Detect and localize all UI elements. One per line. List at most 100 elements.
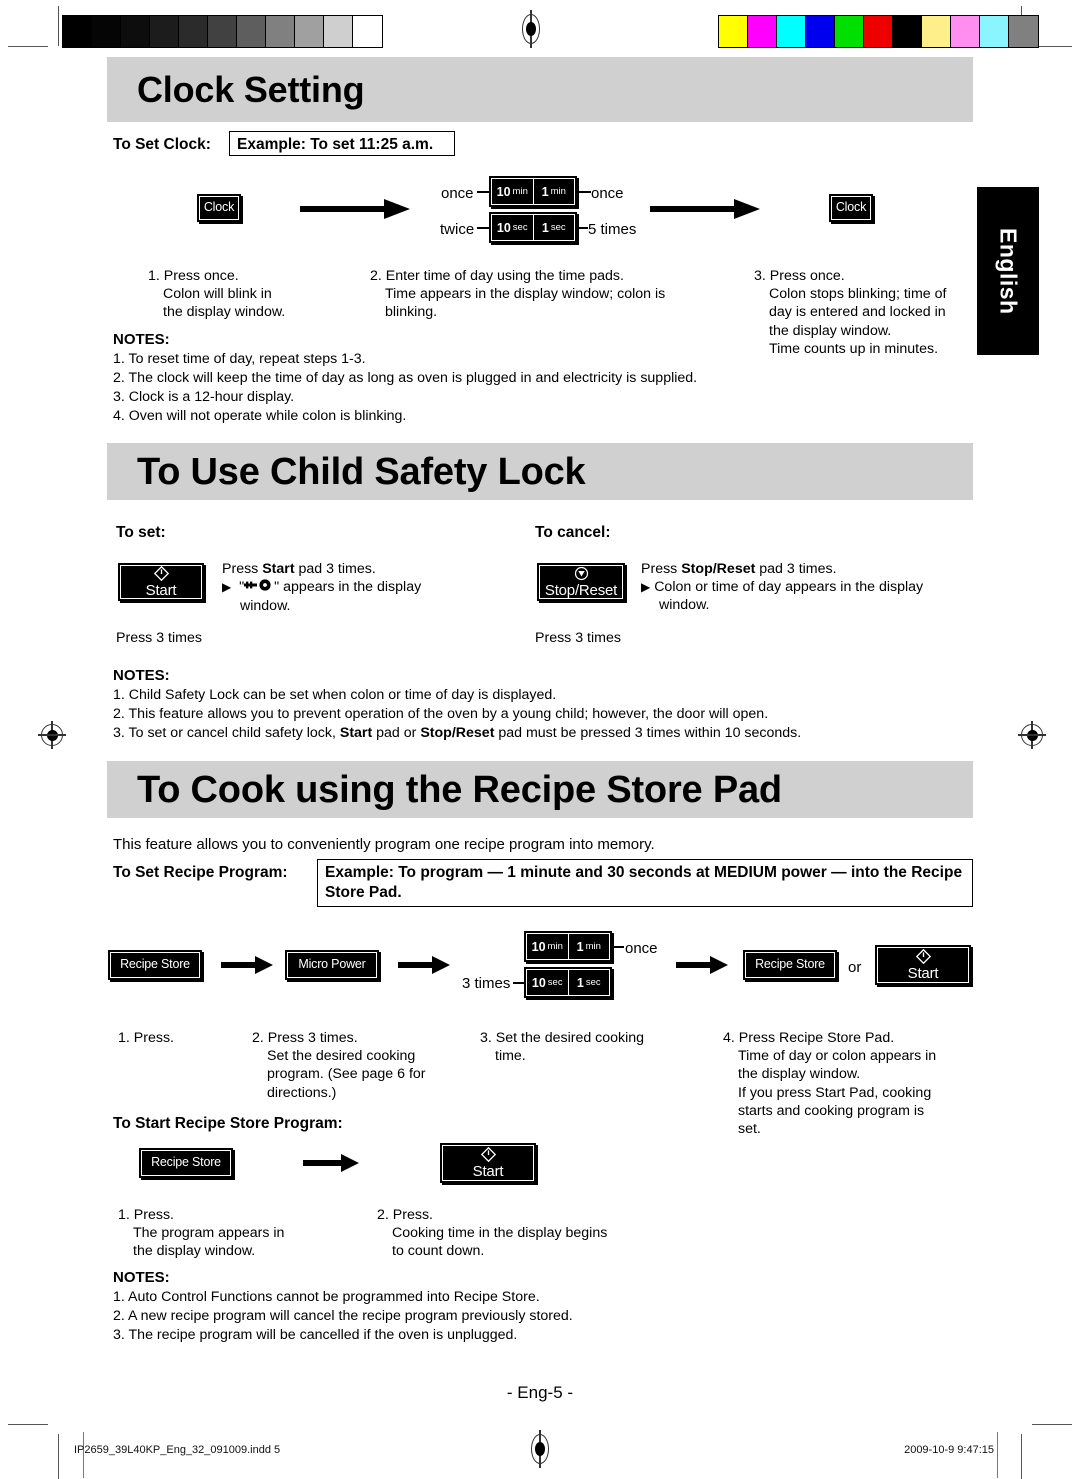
- child-lock-notes-heading: NOTES:: [113, 667, 170, 684]
- arrow-clock-step1-to-step2: [300, 198, 410, 225]
- pad-micro-power[interactable]: Micro Power: [285, 950, 379, 980]
- arrow-recipe-step1-to-step2: [221, 956, 273, 979]
- clock-note-1: 1. To reset time of day, repeat steps 1-…: [113, 350, 366, 367]
- start-program-step-2-line-1: Press.: [392, 1207, 434, 1223]
- start-recipe-program-label: To Start Recipe Store Program:: [113, 1115, 343, 1132]
- pad-recipe-store-2[interactable]: Recipe Store: [743, 950, 837, 980]
- pad-stop-reset-child-lock-label: Stop/Reset: [544, 581, 618, 599]
- recipe-step-4-line-1: Press Recipe Store Pad.: [738, 1030, 895, 1046]
- timepad-10min[interactable]: 10 min: [492, 179, 533, 204]
- recipe-step-2-number: 2.: [252, 1030, 264, 1046]
- recipe-step-2-line-3: program. (See page 6 for: [267, 1066, 426, 1083]
- timepad-10sec[interactable]: 10 sec: [492, 215, 533, 240]
- timepad-1min[interactable]: 1 min: [532, 179, 575, 204]
- pad-recipe-store-1[interactable]: Recipe Store: [108, 950, 202, 980]
- child-lock-note-3-bold-start: Start: [339, 724, 373, 741]
- clock-note-4: 4. Oven will not operate while colon is …: [113, 407, 407, 424]
- recipe-step-4-line-2: Time of day or colon appears in: [738, 1048, 937, 1065]
- power-diamond-icon-start-program: [480, 1146, 496, 1162]
- recipe-store-notes: NOTES: 1. Auto Control Functions cannot …: [113, 1268, 813, 1345]
- pad-start-child-lock-label: Start: [145, 581, 177, 599]
- clock-step-1-line-1: Press once.: [163, 268, 239, 284]
- section-header-recipe-store-pad: To Cook using the Recipe Store Pad: [107, 761, 973, 818]
- recipe-step-1: 1. Press.: [118, 1029, 238, 1047]
- clock-note-2: 2. The clock will keep the time of day a…: [113, 369, 698, 386]
- pad-start-recipe[interactable]: Start: [875, 945, 971, 985]
- footer-file-name: IP2659_39L40KP_Eng_32_091009.indd 5: [74, 1444, 281, 1456]
- manual-page: Clock Setting To Set Clock: Example: To …: [0, 0, 1080, 1479]
- clock-note-3: 3. Clock is a 12-hour display.: [113, 388, 295, 405]
- timepad-1sec-recipe[interactable]: 1 sec: [567, 970, 610, 995]
- child-lock-cancel-line1-pre: Press: [641, 561, 682, 577]
- child-lock-set-line2-pre: ": [235, 579, 245, 596]
- timepad-minutes-recipe[interactable]: 10 min 1 min: [524, 931, 612, 962]
- bullet-triangle-icon-cancel: ▶: [641, 580, 651, 595]
- clock-step-2-line-3: blinking.: [385, 304, 438, 321]
- pad-clock-left[interactable]: Clock: [197, 194, 241, 222]
- clock-step-2-line-2: Time appears in the display window; colo…: [385, 286, 666, 303]
- clock-label-twice: twice: [440, 221, 475, 238]
- clock-step-1-line-3: the display window.: [163, 304, 286, 321]
- pad-recipe-store-start-program[interactable]: Recipe Store: [139, 1148, 233, 1178]
- start-program-step-1-number: 1.: [118, 1207, 130, 1223]
- pad-start-recipe-label: Start: [907, 964, 939, 982]
- recipe-step-2-line-1: Press 3 times.: [267, 1030, 358, 1046]
- clock-step-1-number: 1.: [148, 268, 160, 284]
- recipe-step-4: 4. Press Recipe Store Pad. Time of day o…: [723, 1029, 973, 1138]
- clock-step-3-number: 3.: [754, 268, 766, 284]
- pad-recipe-store-2-label: Recipe Store: [755, 957, 825, 972]
- section-title-clock-setting: Clock Setting: [137, 68, 365, 110]
- pad-recipe-store-1-label: Recipe Store: [120, 957, 190, 972]
- timepad-1min-unit: min: [550, 186, 566, 197]
- child-lock-set-line2-post: " appears in the display: [274, 579, 422, 596]
- pad-stop-reset-child-lock[interactable]: Stop/Reset: [537, 563, 625, 601]
- pad-clock-left-label: Clock: [203, 200, 235, 215]
- timepad-seconds-recipe[interactable]: 10 sec 1 sec: [524, 967, 612, 998]
- clock-step-2: 2. Enter time of day using the time pads…: [370, 267, 740, 322]
- child-lock-note-2: 2. This feature allows you to prevent op…: [113, 705, 769, 722]
- clock-setting-subtitle: To Set Clock:: [113, 136, 211, 153]
- timepad-10sec-recipe[interactable]: 10 sec: [527, 970, 568, 995]
- clock-label-once-left: once: [441, 185, 474, 202]
- start-program-step-1-line-3: the display window.: [133, 1243, 256, 1260]
- timepad-10sec-unit: sec: [512, 222, 528, 233]
- recipe-store-subtitle: To Set Recipe Program:: [113, 864, 288, 881]
- child-lock-note-3-pre: 3. To set or cancel child safety lock,: [113, 724, 340, 741]
- section-title-child-safety-lock: To Use Child Safety Lock: [137, 450, 586, 493]
- child-lock-to-cancel-label: To cancel:: [535, 524, 611, 541]
- footer-rule-right: [997, 1432, 998, 1478]
- page-number: - Eng-5 -: [506, 1383, 574, 1402]
- pad-start-program[interactable]: Start: [440, 1143, 536, 1183]
- arrow-start-program: [303, 1154, 359, 1177]
- recipe-or-label: or: [848, 959, 862, 976]
- timepad-seconds[interactable]: 10 sec 1 sec: [489, 212, 577, 243]
- timepad-10sec-recipe-unit: sec: [547, 977, 563, 988]
- timepad-1sec[interactable]: 1 sec: [532, 215, 575, 240]
- recipe-store-notes-heading: NOTES:: [113, 1269, 170, 1286]
- pad-clock-right[interactable]: Clock: [829, 194, 873, 222]
- recipe-step-4-line-4: If you press Start Pad, cooking: [738, 1084, 932, 1101]
- timepad-1min-recipe-num: 1: [576, 939, 584, 954]
- child-lock-cancel-line2: Colon or time of day appears in the disp…: [654, 579, 924, 596]
- child-lock-note-3-bold-stop: Stop/Reset: [420, 724, 495, 741]
- recipe-step-2-line-2: Set the desired cooking: [267, 1048, 416, 1065]
- stop-circle-icon: [574, 566, 589, 581]
- section-title-recipe-store-pad: To Cook using the Recipe Store Pad: [137, 768, 782, 811]
- timepad-1min-recipe-unit: min: [585, 941, 601, 952]
- recipe-step-4-line-5: starts and cooking program is: [738, 1102, 925, 1119]
- recipe-store-example-box: Example: To program — 1 minute and 30 se…: [317, 859, 973, 907]
- child-lock-note-3-post: pad must be pressed 3 times within 10 se…: [494, 724, 802, 741]
- start-program-step-1: 1. Press. The program appears in the dis…: [118, 1206, 348, 1261]
- timepad-minutes[interactable]: 10 min 1 min: [489, 176, 577, 207]
- timepad-1min-recipe[interactable]: 1 min: [567, 934, 610, 959]
- pad-recipe-store-start-program-label: Recipe Store: [151, 1155, 221, 1170]
- recipe-step-1-line-1: Press.: [133, 1030, 175, 1046]
- recipe-step-2-line-4: directions.): [267, 1084, 337, 1101]
- clock-step-3-line-2: Colon stops blinking; time of: [769, 286, 947, 303]
- timepad-10min-recipe[interactable]: 10 min: [527, 934, 568, 959]
- pad-start-child-lock[interactable]: Start: [118, 563, 204, 601]
- child-lock-cancel-line1-bold: Stop/Reset: [681, 561, 756, 577]
- child-lock-set-line3: window.: [240, 597, 291, 614]
- clock-notes: NOTES: 1. To reset time of day, repeat s…: [113, 330, 793, 425]
- arrow-recipe-step2-to-step3: [398, 956, 450, 979]
